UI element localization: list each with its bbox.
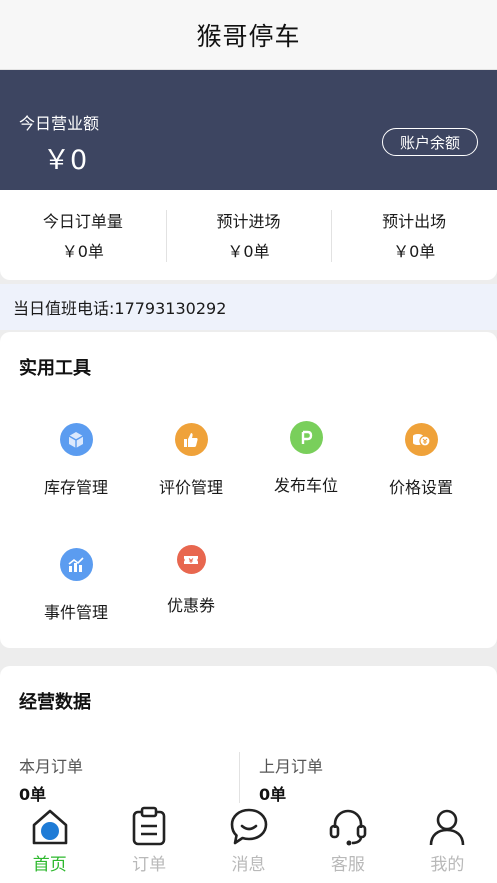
this-month-label: 本月订单 (19, 757, 84, 776)
tool-label: 优惠券 (166, 596, 215, 615)
stat-label: 今日订单量 (42, 212, 123, 231)
tool-label: 事件管理 (43, 603, 108, 622)
revenue-panel: 今日营业额 ￥0 账户余额 (0, 70, 497, 190)
account-balance-button[interactable]: 账户余额 (382, 128, 478, 156)
user-icon (430, 809, 465, 846)
tool-label: 发布车位 (273, 476, 338, 495)
this-month-orders: 本月订单 0单 (19, 753, 83, 805)
last-month-value: 0单 (259, 785, 287, 804)
app-header: 猴哥停车 (0, 0, 497, 70)
stat-expected-exit: 预计出场 ￥0单 (331, 190, 497, 280)
tab-profile[interactable]: 我的 (398, 803, 497, 883)
coupon-icon (176, 545, 206, 574)
revenue-amount: ￥0 (43, 145, 88, 176)
tool-label: 评价管理 (158, 478, 223, 497)
stat-label: 预计进场 (216, 212, 281, 231)
clipboard-icon (132, 806, 166, 846)
headset-icon (329, 809, 367, 846)
tool-label: 价格设置 (388, 478, 453, 497)
tab-customer-service[interactable]: 客服 (298, 803, 397, 883)
tab-label: 客服 (330, 855, 365, 875)
chart-icon (59, 548, 93, 581)
tool-event-management[interactable]: 事件管理 (14, 548, 138, 623)
column-divider (239, 752, 240, 806)
stat-label: 预计出场 (382, 212, 447, 231)
stat-value: ￥0单 (227, 242, 270, 261)
tool-publish-space[interactable]: 发布车位 (244, 421, 368, 496)
stat-expected-entry: 预计进场 ￥0单 (165, 190, 332, 280)
tab-home[interactable]: 首页 (0, 803, 99, 883)
page-title: 猴哥停车 (196, 21, 301, 51)
chat-icon (230, 808, 267, 845)
tool-price-settings[interactable]: 价格设置 (359, 423, 483, 498)
business-data-card: 经营数据 本月订单 0单 上月订单 0单 (0, 666, 497, 806)
this-month-value: 0单 (19, 785, 47, 804)
tab-orders[interactable]: 订单 (99, 803, 198, 883)
tool-inventory[interactable]: 库存管理 (14, 423, 138, 498)
thumbs-up-icon (174, 423, 208, 456)
order-stats: 今日订单量 ￥0单 预计进场 ￥0单 预计出场 ￥0单 (0, 190, 497, 280)
tab-messages[interactable]: 消息 (199, 803, 298, 883)
tool-label: 库存管理 (43, 478, 108, 497)
tool-reviews[interactable]: 评价管理 (129, 423, 253, 498)
tab-label: 我的 (430, 855, 465, 875)
coins-icon (404, 423, 438, 456)
tools-card: 实用工具 库存管理 评价管理 发布车位 价格设置 事件管理 优惠券 (0, 332, 497, 648)
stat-value: ￥0单 (393, 242, 436, 261)
stat-value: ￥0单 (61, 242, 104, 261)
business-title: 经营数据 (19, 692, 91, 713)
duty-phone[interactable]: 当日值班电话:17793130292 (0, 284, 497, 330)
tab-label: 消息 (231, 855, 266, 875)
home-icon (32, 809, 68, 845)
stat-today-orders: 今日订单量 ￥0单 (0, 190, 166, 280)
tool-coupons[interactable]: 优惠券 (129, 545, 253, 616)
tab-label: 订单 (132, 855, 167, 875)
last-month-orders: 上月订单 0单 (259, 753, 323, 805)
tools-title: 实用工具 (19, 358, 91, 379)
last-month-label: 上月订单 (259, 757, 324, 776)
tab-label: 首页 (32, 855, 67, 875)
cube-icon (59, 423, 93, 456)
revenue-label: 今日营业额 (19, 114, 100, 133)
parking-icon (289, 421, 323, 454)
bottom-tab-bar: 首页 订单 消息 客服 我的 (0, 803, 497, 883)
